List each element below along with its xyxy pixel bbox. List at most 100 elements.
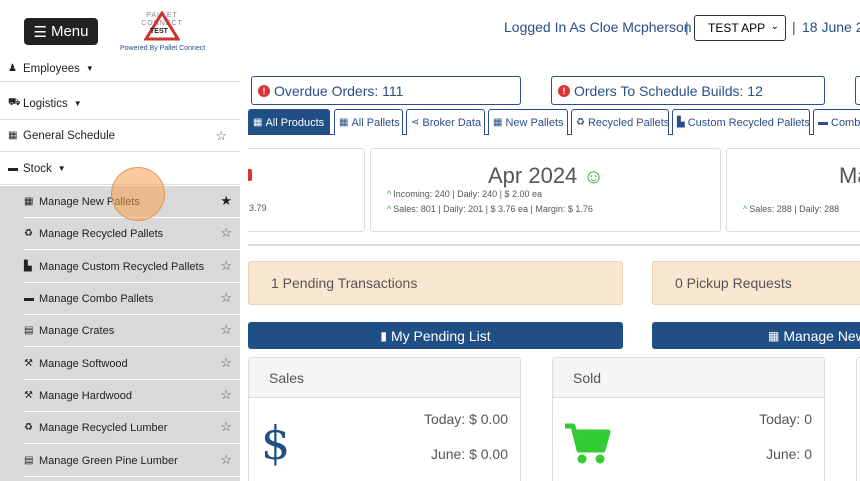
star-outline-icon[interactable]: ☆: [220, 322, 232, 338]
tab-all-pallets[interactable]: ▦ All Pallets: [334, 109, 403, 135]
crate-icon: ▤: [24, 455, 34, 466]
overdue-orders-text: Overdue Orders: 111: [274, 82, 404, 99]
panel-title: Sales: [249, 358, 520, 398]
share-icon: ⋖: [411, 117, 420, 128]
submenu-item-manage-recycled-lumber[interactable]: ♻ Manage Recycled Lumber ☆: [24, 412, 240, 444]
button-label: My Pending List: [391, 327, 491, 344]
manage-new-button[interactable]: ▦ Manage New: [652, 322, 860, 349]
sidebar-item-general-schedule[interactable]: ▦ General Schedule ☆: [0, 120, 240, 152]
tab-all-products[interactable]: ▦ All Products: [248, 109, 330, 135]
custom-pallet-icon: ▙: [677, 117, 685, 128]
star-outline-icon[interactable]: ☆: [220, 419, 232, 435]
smile-icon: ☺: [583, 166, 604, 188]
recycle-icon: ♻: [24, 228, 33, 239]
schedule-builds-text: Orders To Schedule Builds: 12: [574, 82, 763, 99]
tab-broker-data[interactable]: ⋖ Broker Data: [406, 109, 485, 135]
submenu-item-label: Manage Hardwood: [39, 389, 132, 402]
submenu-item-manage-combo-pallets[interactable]: ▬ Manage Combo Pallets ☆: [24, 283, 240, 315]
tab-label: All Pallets: [351, 116, 400, 129]
divider: [248, 244, 860, 246]
tab-custom-recycled-pallets[interactable]: ▙ Custom Recycled Pallets: [672, 109, 810, 135]
card-title-text: Apr 2024: [488, 163, 578, 188]
month-card-next: Ma ^Sales: 288 | Daily: 288: [726, 148, 860, 232]
star-outline-icon[interactable]: ☆: [215, 128, 227, 144]
combo-pallet-icon: ▬: [818, 117, 828, 128]
pallet-icon: ▬: [8, 163, 18, 174]
pallet-stack-icon: ▦: [768, 328, 780, 343]
sold-today: Today: 0: [759, 411, 812, 427]
logo-triangle-icon: [144, 11, 180, 41]
tab-new-pallets[interactable]: ▦ New Pallets: [488, 109, 568, 135]
star-outline-icon[interactable]: ☆: [220, 387, 232, 403]
star-filled-icon[interactable]: ★: [220, 193, 232, 209]
star-outline-icon[interactable]: ☆: [220, 290, 232, 306]
schedule-builds-alert[interactable]: ! Orders To Schedule Builds: 12: [551, 76, 825, 105]
tab-label: Comb: [831, 116, 860, 129]
submenu-item-label: Manage Green Pine Lumber: [39, 454, 178, 467]
up-arrow-icon: ^: [387, 204, 392, 214]
sales-text: Sales: 801 | Daily: 201 | $ 3.76 ea | Ma…: [393, 204, 593, 214]
sidebar-item-logistics[interactable]: ⛟ Logistics ▼: [0, 88, 240, 120]
calendar-icon: ▦: [8, 130, 18, 141]
pallet-stack-icon: ▦: [24, 196, 34, 207]
my-pending-list-button[interactable]: ▮ My Pending List: [248, 322, 623, 349]
app-select[interactable]: TEST APP ⌄: [694, 15, 786, 41]
caret-down-icon: ▼: [73, 99, 82, 108]
hammer-icon: ⚒: [24, 390, 33, 401]
partial-panel: [856, 357, 860, 481]
sales-month: June: $ 0.00: [430, 446, 508, 462]
caret-down-icon: ▼: [57, 164, 66, 173]
logo-tagline: Powered By Pallet Connect: [120, 45, 206, 52]
recycle-icon: ♻: [576, 117, 585, 128]
submenu-item-label: Manage Recycled Pallets: [39, 227, 164, 240]
truck-icon: ⛟: [8, 97, 21, 108]
star-outline-icon[interactable]: ☆: [220, 225, 232, 241]
separator: |: [792, 19, 796, 35]
sidebar-item-label: Employees: [23, 62, 80, 75]
tab-recycled-pallets[interactable]: ♻ Recycled Pallets: [571, 109, 669, 135]
pickup-requests-text: 0 Pickup Requests: [675, 275, 792, 291]
menu-button[interactable]: ☰ Menu: [24, 18, 98, 45]
up-arrow-icon: ^: [387, 189, 392, 199]
star-outline-icon[interactable]: ☆: [220, 258, 232, 274]
pallet-stack-icon: ▦: [339, 117, 349, 128]
partial-alert[interactable]: [855, 76, 860, 105]
submenu-item-manage-softwood[interactable]: ⚒ Manage Softwood ☆: [24, 348, 240, 380]
card-title: Apr 2024 ☺: [488, 163, 604, 189]
sales-panel: Sales $ Today: $ 0.00 June: $ 0.00: [248, 357, 521, 481]
sidebar: ♟ Employees ▼ ⛟ Logistics ▼ ▦ General Sc…: [0, 60, 240, 481]
logo[interactable]: PALLET CONNECT TEST Powered By Pallet Co…: [120, 8, 206, 56]
sidebar-item-employees[interactable]: ♟ Employees ▼: [0, 60, 240, 82]
month-card-previous: 3.79: [248, 148, 365, 232]
tab-label: Custom Recycled Pallets: [687, 116, 810, 129]
hammer-icon: ⚒: [24, 358, 33, 369]
star-outline-icon[interactable]: ☆: [220, 355, 232, 371]
pending-transactions-box[interactable]: 1 Pending Transactions: [248, 261, 623, 305]
submenu-item-label: Manage Crates: [39, 324, 115, 337]
tab-label: Recycled Pallets: [587, 116, 670, 129]
custom-pallet-icon: ▙: [24, 261, 32, 272]
submenu-item-manage-custom-recycled-pallets[interactable]: ▙ Manage Custom Recycled Pallets ☆: [24, 251, 240, 283]
tab-label: New Pallets: [505, 116, 564, 129]
sold-panel: Sold Today: 0 June: 0: [552, 357, 825, 481]
sidebar-item-label: General Schedule: [23, 129, 116, 142]
sidebar-item-label: Logistics: [23, 97, 68, 110]
submenu-item-manage-hardwood[interactable]: ⚒ Manage Hardwood ☆: [24, 380, 240, 412]
tab-combo-pallets[interactable]: ▬ Comb: [813, 109, 860, 135]
button-label: Manage New: [783, 327, 860, 344]
date-text: 18 June 2: [802, 19, 860, 35]
user-icon: ♟: [8, 63, 17, 74]
star-outline-icon[interactable]: ☆: [220, 452, 232, 468]
month-card-apr-2024: Apr 2024 ☺ ^ Incoming: 240 | Daily: 240 |…: [370, 148, 721, 232]
logo-badge: TEST: [150, 28, 168, 35]
submenu-item-manage-crates[interactable]: ▤ Manage Crates ☆: [24, 315, 240, 347]
recycle-icon: ♻: [24, 422, 33, 433]
pallet-stack-icon: ▦: [493, 117, 503, 128]
main-content: ! Overdue Orders: 111 ! Orders To Schedu…: [248, 72, 860, 481]
overdue-orders-alert[interactable]: ! Overdue Orders: 111: [251, 76, 521, 105]
caret-down-icon: ▼: [85, 64, 94, 73]
separator: |: [685, 19, 689, 35]
pickup-requests-box[interactable]: 0 Pickup Requests: [652, 261, 860, 305]
submenu-item-manage-recycled-pallets[interactable]: ♻ Manage Recycled Pallets ☆: [24, 218, 240, 250]
submenu-item-manage-green-pine-lumber[interactable]: ▤ Manage Green Pine Lumber ☆: [24, 445, 240, 477]
